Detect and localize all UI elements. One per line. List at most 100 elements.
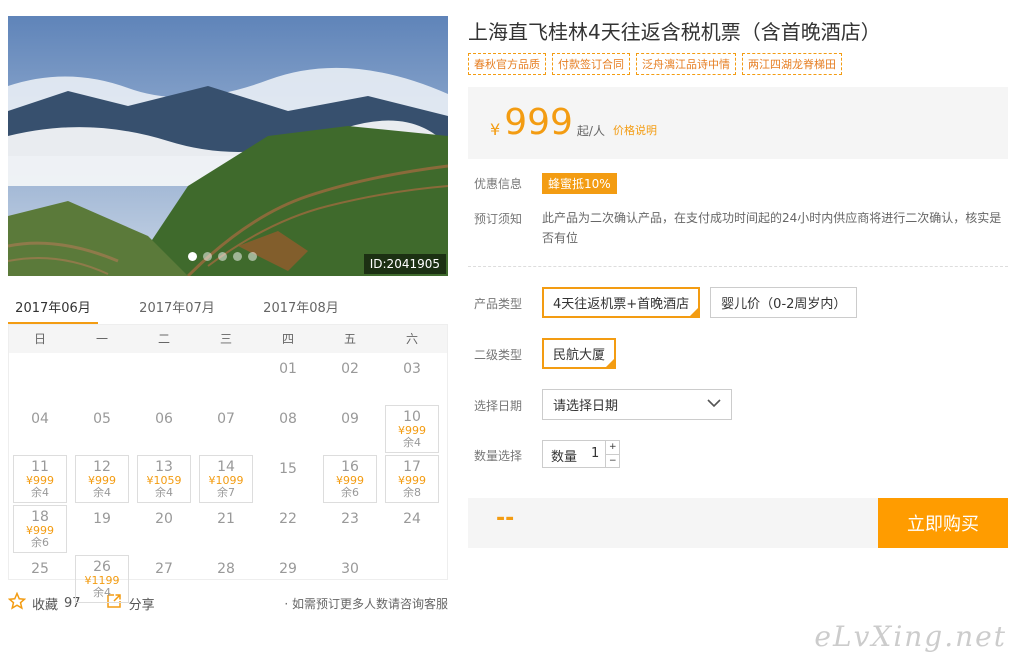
carousel-dots (188, 252, 257, 261)
calendar-day-available[interactable]: 12 ¥999 余4 (75, 455, 129, 503)
date-label: 选择日期 (474, 399, 523, 413)
calendar-day: 23 (319, 503, 381, 553)
calendar-day-available[interactable]: 16 ¥999 余6 (323, 455, 377, 503)
price-explain-link[interactable]: 价格说明 (613, 122, 657, 141)
calendar-day-available[interactable]: 18 ¥999 余6 (13, 505, 67, 553)
day-number: 02 (341, 361, 359, 377)
discount-label: 优惠信息 (474, 177, 523, 191)
day-number: 18 (31, 509, 49, 525)
tab-month-august[interactable]: 2017年08月 (256, 291, 346, 324)
photo-id-label: ID:2041905 (363, 254, 446, 274)
product-type-option[interactable]: 婴儿价（0-2周岁内） (710, 287, 858, 318)
day-stock: 余6 (341, 486, 359, 499)
decrement-button[interactable]: − (606, 453, 620, 468)
left-panel: ID:2041905 2017年06月 2017年07月 2017年08月 日 … (7, 16, 448, 614)
feature-tag: 付款签订合同 (552, 53, 630, 75)
calendar-day: 20 (133, 503, 195, 553)
day-number: 22 (279, 511, 297, 527)
day-number: 30 (341, 561, 359, 577)
day-number: 28 (217, 561, 235, 577)
day-number: 27 (155, 561, 173, 577)
price-unit: 起/人 (576, 124, 605, 138)
day-number: 21 (217, 511, 235, 527)
weekday-label: 三 (219, 332, 232, 346)
buy-now-button[interactable]: 立即购买 (878, 498, 1008, 548)
calendar-weekdays: 日 一 二 三 四 五 六 (9, 325, 447, 353)
day-number: 03 (403, 361, 421, 377)
currency-symbol: ¥ (490, 120, 501, 139)
calendar-day (195, 353, 257, 403)
tab-month-june[interactable]: 2017年06月 (8, 291, 98, 324)
carousel-dot[interactable] (233, 252, 242, 261)
product-type-option-selected[interactable]: 4天往返机票+首晚酒店 (542, 287, 701, 318)
carousel-dot[interactable] (218, 252, 227, 261)
chevron-down-icon (707, 397, 721, 412)
calendar-day: 29 (257, 553, 319, 603)
weekday-label: 六 (405, 332, 418, 346)
carousel-dot[interactable] (203, 252, 212, 261)
calendar-day (381, 553, 443, 603)
weekday-label: 一 (95, 332, 108, 346)
day-number: 11 (31, 459, 49, 475)
tab-month-july[interactable]: 2017年07月 (132, 291, 222, 324)
calendar-day-available[interactable]: 10 ¥999 余4 (385, 405, 439, 453)
date-select[interactable]: 请选择日期 (542, 389, 732, 420)
calendar-day: 25 (9, 553, 71, 603)
calendar-day-available[interactable]: 26 ¥1199 余4 (75, 555, 129, 603)
discount-badge: 蜂蜜抵10% (542, 173, 617, 194)
calendar-day: 01 (257, 353, 319, 403)
day-number: 17 (403, 459, 421, 475)
quantity-row: 数量选择 数量 1 + − (468, 440, 1008, 468)
calendar-day: 28 (195, 553, 257, 603)
product-type-row: 产品类型 4天往返机票+首晚酒店 婴儿价（0-2周岁内） (468, 287, 1008, 318)
calendar-day: 06 (133, 403, 195, 453)
calendar-day: 05 (71, 403, 133, 453)
calendar-day-available[interactable]: 11 ¥999 余4 (13, 455, 67, 503)
notice-row: 预订须知 此产品为二次确认产品，在支付成功时间起的24小时内供应商将进行二次确认… (468, 208, 1008, 248)
subtype-label: 二级类型 (474, 348, 523, 362)
day-number: 19 (93, 511, 111, 527)
day-number: 13 (155, 459, 173, 475)
calendar-day (71, 353, 133, 403)
day-number: 20 (155, 511, 173, 527)
product-photo[interactable]: ID:2041905 (8, 16, 448, 276)
calendar-day: 07 (195, 403, 257, 453)
date-row: 选择日期 请选择日期 (468, 389, 1008, 420)
price-value: 999 (504, 102, 573, 143)
calendar-day (9, 353, 71, 403)
calendar-day-available[interactable]: 13 ¥1059 余4 (137, 455, 191, 503)
calendar-days: 01 02 03 04 05 06 07 08 09 10 ¥999 余4 11 ¥999 余4 12 ¥999… (9, 353, 447, 603)
day-stock: 余4 (93, 586, 111, 599)
day-number: 23 (341, 511, 359, 527)
day-number: 08 (279, 411, 297, 427)
day-stock: 余4 (93, 486, 111, 499)
calendar-day: 08 (257, 403, 319, 453)
site-watermark: eLvXing.net (814, 620, 1007, 653)
weekday-label: 日 (33, 332, 46, 346)
calendar-day: 22 (257, 503, 319, 553)
weekday-label: 二 (157, 332, 170, 346)
calendar-day-available[interactable]: 14 ¥1099 余7 (199, 455, 253, 503)
total-price: -- (468, 498, 878, 548)
day-number: 12 (93, 459, 111, 475)
product-panel: 上海直飞桂林4天往返含税机票（含首晚酒店） 春秋官方品质 付款签订合同 泛舟漓江… (468, 16, 1008, 548)
day-number: 25 (31, 561, 49, 577)
carousel-dot[interactable] (188, 252, 197, 261)
feature-tag: 泛舟漓江品诗中情 (636, 53, 736, 75)
quantity-value[interactable]: 1 (585, 441, 605, 467)
feature-tag: 两江四湖龙脊梯田 (742, 53, 842, 75)
day-number: 01 (279, 361, 297, 377)
quantity-stepper[interactable]: 数量 1 + − (542, 440, 621, 468)
increment-button[interactable]: + (606, 441, 619, 454)
day-stock: 余8 (403, 486, 421, 499)
day-number: 07 (217, 411, 235, 427)
feature-tag: 春秋官方品质 (468, 53, 546, 75)
calendar-day: 03 (381, 353, 443, 403)
subtype-option-selected[interactable]: 民航大厦 (542, 338, 617, 369)
day-number: 26 (93, 559, 111, 575)
day-number: 06 (155, 411, 173, 427)
day-number: 24 (403, 511, 421, 527)
day-number: 16 (341, 459, 359, 475)
carousel-dot[interactable] (248, 252, 257, 261)
calendar-day-available[interactable]: 17 ¥999 余8 (385, 455, 439, 503)
